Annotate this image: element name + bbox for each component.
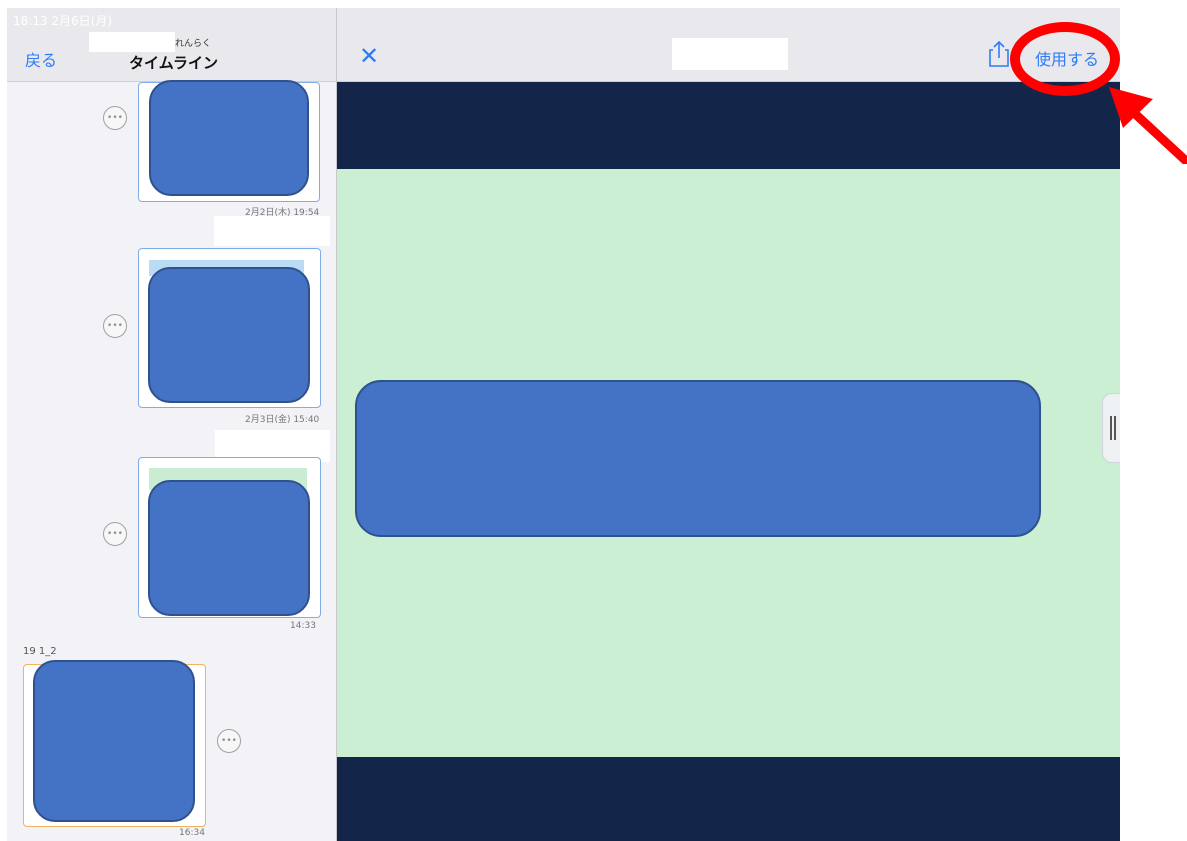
- handle-grip-line: [1114, 416, 1116, 440]
- share-icon[interactable]: [989, 41, 1009, 67]
- student-label: 19 1_2: [23, 646, 57, 657]
- redacted-content: [355, 380, 1041, 537]
- redacted-title: [672, 38, 788, 70]
- drag-handle[interactable]: [1102, 393, 1120, 463]
- timeline-header: 18:13 2月6日(月) 戻る れんらく タイムライン: [7, 8, 336, 82]
- more-options-button[interactable]: •••: [217, 729, 241, 753]
- pointer-arrow-icon: [1109, 87, 1187, 164]
- redacted-area: [89, 32, 175, 52]
- redacted-thumbnail: [33, 660, 195, 822]
- handle-grip-line: [1110, 416, 1112, 440]
- close-icon[interactable]: ✕: [359, 44, 379, 68]
- redacted-thumbnail: [148, 267, 310, 403]
- more-options-button[interactable]: •••: [103, 314, 127, 338]
- status-time: 18:13 2月6日(月): [13, 14, 113, 28]
- more-options-button[interactable]: •••: [103, 522, 127, 546]
- timeline-panel: 18:13 2月6日(月) 戻る れんらく タイムライン ••• 2月2日(木)…: [7, 8, 337, 841]
- viewer-header: ✕ 使用する: [337, 8, 1120, 82]
- preview-bottom-band: [337, 757, 1120, 841]
- highlight-circle: [1010, 22, 1120, 96]
- title-ruby: れんらく: [175, 39, 212, 49]
- timestamp: 14:33: [290, 621, 316, 631]
- viewer-panel: ✕ 使用する: [337, 8, 1120, 841]
- more-options-button[interactable]: •••: [103, 106, 127, 130]
- timestamp: 16:34: [179, 828, 205, 838]
- timestamp: 2月3日(金) 15:40: [245, 415, 320, 425]
- redacted-thumbnail: [148, 480, 310, 616]
- redacted-area: [214, 216, 330, 246]
- app-window: 18:13 2月6日(月) 戻る れんらく タイムライン ••• 2月2日(木)…: [7, 8, 1120, 841]
- redacted-thumbnail: [149, 80, 309, 196]
- preview-top-band: [337, 82, 1120, 169]
- back-button[interactable]: 戻る: [25, 47, 57, 71]
- timeline-title: タイムライン: [129, 54, 218, 72]
